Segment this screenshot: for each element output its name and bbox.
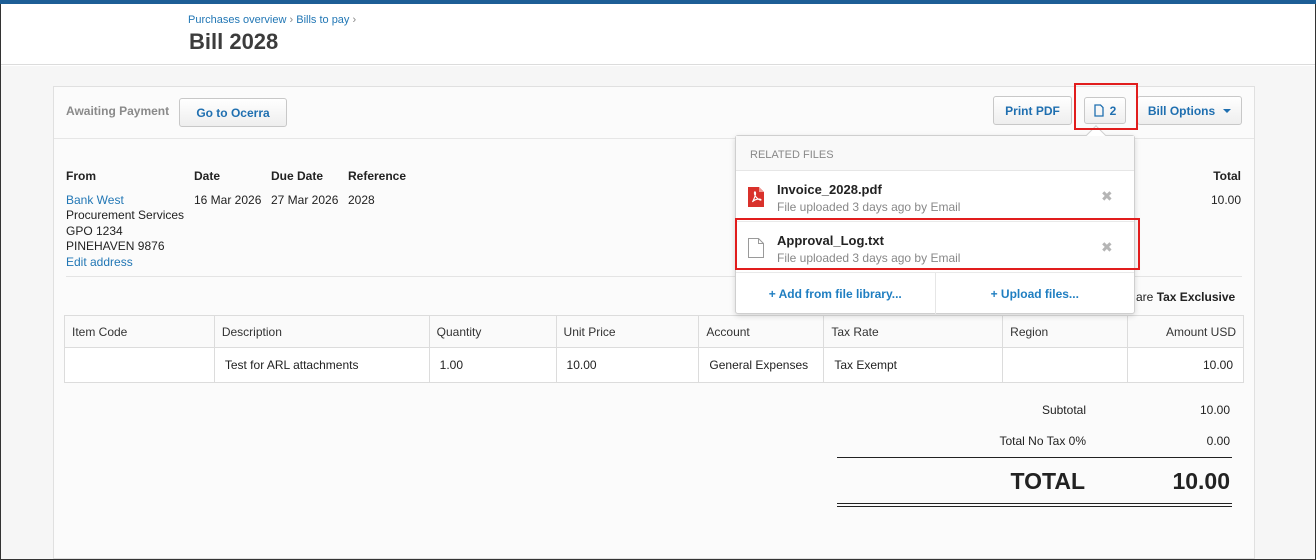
bill-options-label: Bill Options — [1147, 103, 1216, 118]
column-header: Tax Rate — [823, 315, 1004, 348]
due-date-label: Due Date — [271, 169, 324, 183]
column-header: Quantity — [428, 315, 557, 348]
breadcrumb: Purchases overview › Bills to pay › — [188, 14, 356, 26]
reference-label: Reference — [348, 169, 407, 183]
cell-unit-price[interactable]: 10.00 — [555, 347, 700, 383]
pdf-file-icon — [748, 187, 764, 207]
from-label: From — [66, 169, 96, 183]
cell-region[interactable] — [1002, 347, 1129, 383]
tax-mode-value[interactable]: Tax Exclusive — [1157, 290, 1236, 304]
tax-total-value: 0.00 — [1206, 434, 1230, 448]
total-value: 10.00 — [1210, 193, 1241, 207]
due-date-value: 27 Mar 2026 — [271, 193, 339, 207]
text-file-icon — [748, 238, 764, 258]
page-header: Purchases overview › Bills to pay › Bill… — [1, 4, 1315, 65]
remove-file-icon[interactable]: ✖ — [1101, 239, 1113, 256]
print-pdf-button[interactable]: Print PDF — [993, 96, 1072, 125]
file-name[interactable]: Invoice_2028.pdf — [777, 182, 882, 197]
files-count: 2 — [1109, 103, 1117, 118]
file-meta: File uploaded 3 days ago by Email — [777, 200, 961, 214]
file-item-txt[interactable]: Approval_Log.txt File uploaded 3 days ag… — [736, 223, 1134, 273]
column-header: Amount USD — [1127, 315, 1244, 348]
date-label: Date — [194, 169, 221, 183]
cell-tax-rate[interactable]: Tax Exempt — [823, 347, 1004, 383]
cell-quantity[interactable]: 1.00 — [428, 347, 557, 383]
status-label: Awaiting Payment — [66, 104, 170, 118]
tax-total-label: Total No Tax 0% — [999, 434, 1087, 448]
table-header-row: Item Code Description Quantity Unit Pric… — [64, 315, 1244, 348]
add-from-file-library-link[interactable]: + Add from file library... — [736, 273, 935, 314]
cell-description[interactable]: Test for ARL attachments — [213, 347, 430, 383]
bill-options-button[interactable]: Bill Options — [1137, 96, 1242, 125]
breadcrumb-separator: › — [289, 14, 294, 26]
line-items-table: Item Code Description Quantity Unit Pric… — [64, 315, 1244, 383]
caret-down-icon — [1223, 108, 1232, 113]
upload-files-link[interactable]: + Upload files... — [934, 273, 1135, 314]
amounts-tax-note: are Tax Exclusive — [1136, 290, 1235, 304]
column-header: Item Code — [64, 315, 215, 348]
cell-item-code[interactable] — [64, 347, 215, 383]
totals-rule — [837, 457, 1232, 458]
cell-amount[interactable]: 10.00 — [1127, 347, 1244, 383]
related-files-dropdown: RELATED FILES Invoice_2028.pdf File uplo… — [735, 125, 1135, 314]
column-header: Account — [698, 315, 825, 348]
totals-double-rule — [837, 503, 1232, 504]
from-address-line: PINEHAVEN 9876 — [66, 239, 165, 253]
file-meta: File uploaded 3 days ago by Email — [777, 251, 961, 265]
amounts-prefix: are — [1136, 290, 1154, 304]
breadcrumb-bills-to-pay[interactable]: Bills to pay — [296, 14, 349, 26]
column-header: Region — [1002, 315, 1129, 348]
file-item-pdf[interactable]: Invoice_2028.pdf File uploaded 3 days ag… — [736, 172, 1134, 222]
from-address-line: GPO 1234 — [66, 224, 123, 238]
bill-toolbar: Awaiting Payment Go to Ocerra Print PDF … — [54, 87, 1254, 139]
page-title: Bill 2028 — [189, 29, 279, 54]
grand-total-value: 10.00 — [1172, 468, 1230, 494]
from-address-line: Procurement Services — [66, 208, 185, 222]
subtotal-value: 10.00 — [1199, 403, 1230, 417]
related-files-title: RELATED FILES — [736, 136, 1134, 171]
date-value: 16 Mar 2026 — [194, 193, 262, 207]
cell-account[interactable]: General Expenses — [698, 347, 825, 383]
totals-double-rule — [837, 506, 1232, 507]
edit-address-link[interactable]: Edit address — [66, 255, 133, 269]
related-files-button[interactable]: 2 — [1084, 97, 1126, 124]
breadcrumb-separator: › — [352, 14, 357, 26]
dropdown-actions: + Add from file library... + Upload file… — [736, 273, 1134, 314]
column-header: Unit Price — [555, 315, 700, 348]
table-row[interactable]: Test for ARL attachments 1.00 10.00 Gene… — [64, 347, 1244, 383]
total-label: Total — [1213, 169, 1241, 183]
grand-total-label: TOTAL — [1010, 468, 1085, 494]
breadcrumb-purchases-overview[interactable]: Purchases overview — [188, 14, 286, 26]
file-icon — [1094, 104, 1104, 117]
reference-value: 2028 — [348, 193, 375, 207]
remove-file-icon[interactable]: ✖ — [1101, 188, 1113, 205]
go-to-ocerra-button[interactable]: Go to Ocerra — [179, 98, 287, 127]
subtotal-label: Subtotal — [1041, 403, 1086, 417]
file-name[interactable]: Approval_Log.txt — [777, 233, 884, 248]
from-name-link[interactable]: Bank West — [66, 193, 124, 207]
column-header: Description — [213, 315, 430, 348]
